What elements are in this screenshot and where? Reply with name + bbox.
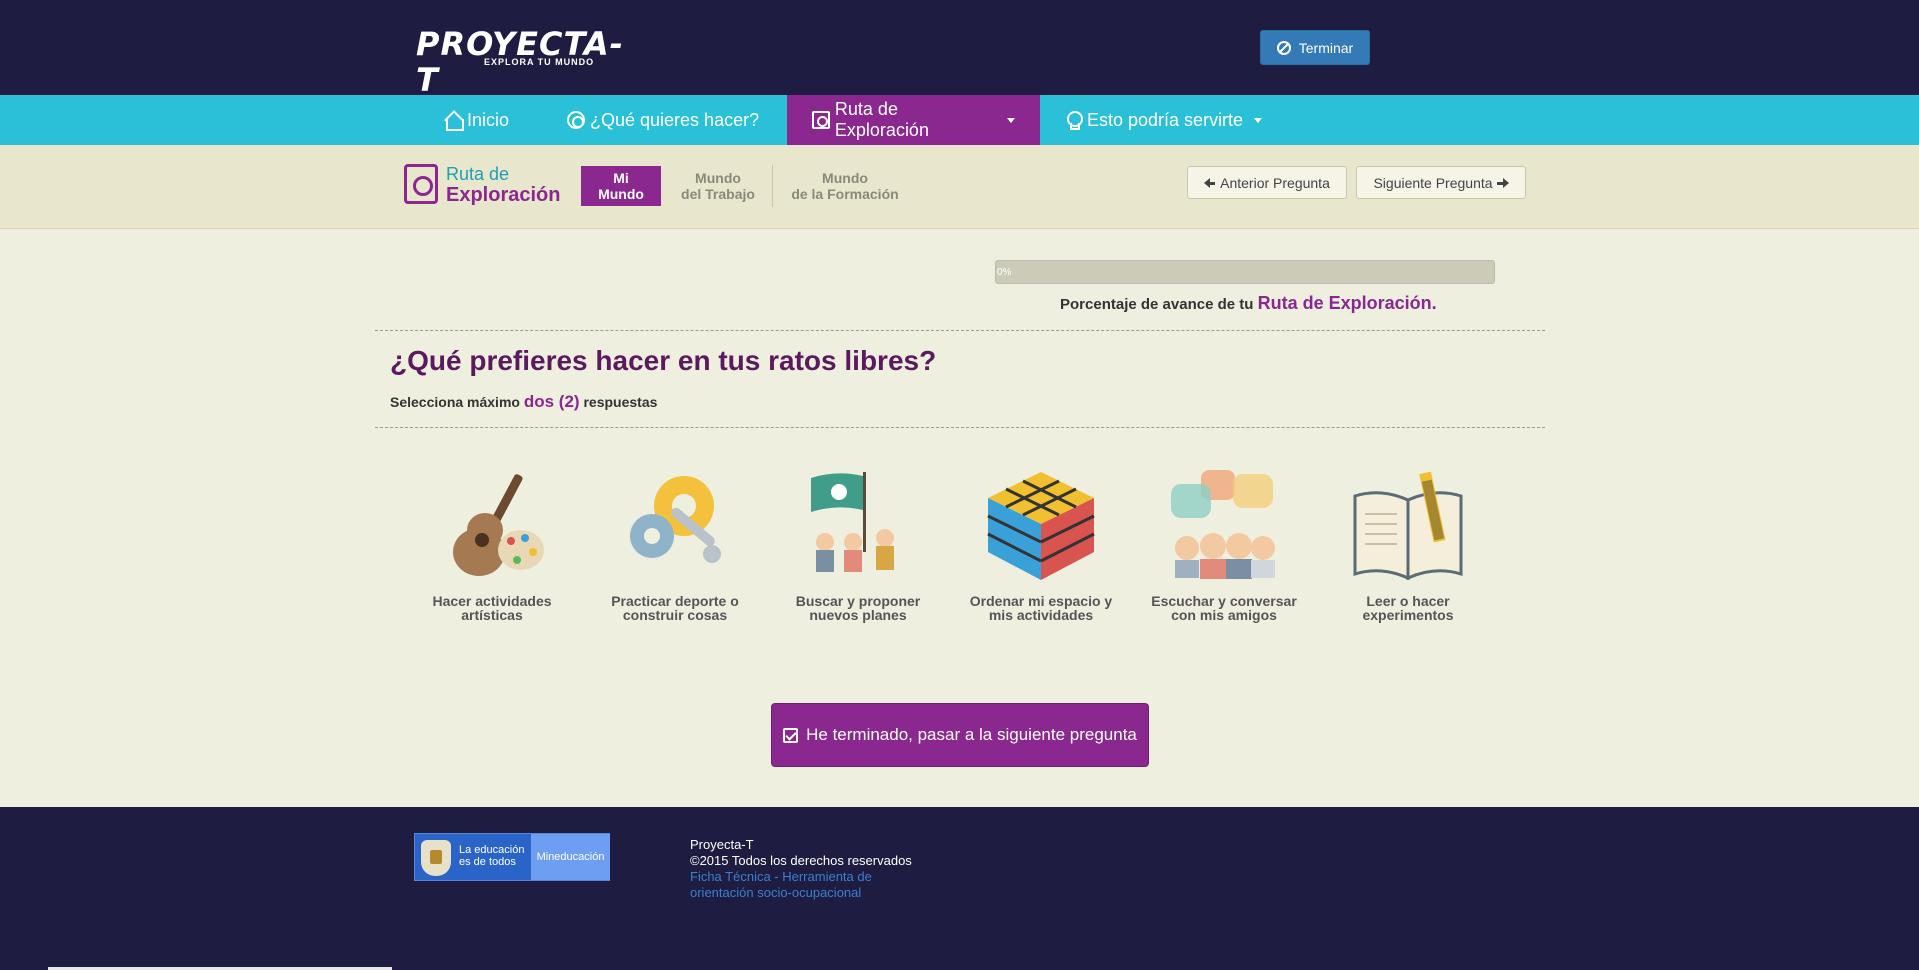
footer-info: Proyecta-T ©2015 Todos los derechos rese… [690,837,912,901]
arrow-left-icon [1204,177,1216,188]
chevron-down-icon [1254,117,1263,123]
lightbulb-icon [1064,111,1083,130]
divider [375,330,1545,331]
question-title: ¿Qué prefieres hacer en tus ratos libres… [390,345,937,376]
proyecta-t-logo[interactable]: PROYECTA-T EXPLORA TU MUNDO [416,26,640,98]
step-line2: Mundo [598,186,644,202]
step-line1: Mi [613,170,629,186]
option-organize[interactable]: Ordenar mi espacio y mis actividades [961,470,1121,622]
finish-next-question-button[interactable]: He terminado, pasar a la siguiente pregu… [771,703,1149,767]
ministry-name: Mineducación [531,834,610,880]
mineducacion-logo[interactable]: La educación es de todos Mineducación [414,833,610,881]
main-nav: Inicio ¿Qué quieres hacer? Ruta de Explo… [0,95,1919,145]
footer: La educación es de todos Mineducación Pr… [0,807,1919,970]
nav-item-label: Ruta de Exploración [834,99,929,140]
nav-item-inicio[interactable]: Inicio [444,95,509,145]
option-sports-build[interactable]: Practicar deporte o construir cosas [595,470,755,622]
previous-question-button[interactable]: Anterior Pregunta [1187,166,1347,199]
hint-highlight: dos (2) [523,392,580,411]
option-artistic-activities[interactable]: Hacer actividades artísticas [412,470,572,622]
search-doc-icon [812,111,830,129]
book-pencil-icon [1351,470,1466,582]
step-line2: de la Formación [791,186,899,202]
colombia-crest-icon [421,840,451,876]
chevron-down-icon [1007,117,1015,123]
nav-item-label: Inicio [467,109,510,130]
option-label: Leer o hacer experimentos [1362,593,1454,623]
check-square-icon [783,727,799,743]
route-title-line1: Ruta de [446,164,510,184]
option-label: Escuchar y conversar con mis amigos [1151,593,1297,623]
explorers-flag-icon [801,470,916,582]
hint-text: respuestas [583,394,658,410]
search-doc-icon [404,164,438,204]
step-line1: Mundo [695,170,741,186]
option-talk-friends[interactable]: Escuchar y conversar con mis amigos [1144,470,1304,622]
nav-item-esto-podria-servirte[interactable]: Esto podría servirte [1064,95,1263,145]
link-line2: orientación socio-ocupacional [690,885,862,900]
next-question-button[interactable]: Siguiente Pregunta [1356,166,1526,199]
step-line2: del Trabajo [681,186,755,202]
step-mundo-de-la-formacion[interactable]: Mundo de la Formación [782,166,908,206]
progress-bar: 0% [995,260,1495,284]
nav-item-label: Esto podría servirte [1087,109,1244,130]
next-question-label: Siguiente Pregunta [1373,174,1493,191]
ban-icon [1276,40,1291,55]
top-header: PROYECTA-T EXPLORA TU MUNDO Terminar [0,0,1919,98]
logo-tagline: EXPLORA TU MUNDO [484,57,595,67]
option-label: Practicar deporte o construir cosas [611,593,739,623]
progress-caption-highlight: Ruta de Exploración. [1257,293,1437,313]
target-icon [567,111,585,129]
rubik-cube-icon [984,470,1099,582]
terminate-button-label: Terminar [1298,39,1354,56]
friends-chat-icon [1167,470,1282,582]
progress-label: 0% [997,267,1012,278]
option-label: Buscar y proponer nuevos planes [795,593,921,623]
gears-wrench-icon [618,470,733,582]
hint-text: Selecciona máximo [390,394,520,410]
arrow-right-icon [1496,177,1509,188]
route-title-line2: Exploración [446,184,561,206]
terminate-button[interactable]: Terminar [1260,30,1370,65]
link-line1: Ficha Técnica - Herramienta de [690,869,872,884]
ministry-text: La educación es de todos [459,844,525,868]
ficha-tecnica-link[interactable]: Ficha Técnica - Herramienta de orientaci… [690,869,912,901]
divider [375,427,1545,428]
option-new-plans[interactable]: Buscar y proponer nuevos planes [778,470,938,622]
route-subheader: Ruta de Exploración Mi Mundo Mundo del Tra… [0,145,1919,229]
option-label: Ordenar mi espacio y mis actividades [969,593,1113,623]
previous-question-label: Anterior Pregunta [1220,174,1330,191]
route-logo: Ruta de Exploración [404,164,564,208]
home-icon [444,111,464,131]
nav-item-que-quieres-hacer[interactable]: ¿Qué quieres hacer? [567,95,759,145]
footer-copyright: ©2015 Todos los derechos reservados [690,853,912,868]
nav-item-label: ¿Qué quieres hacer? [590,109,760,130]
step-divider [772,165,773,207]
finish-button-label: He terminado, pasar a la siguiente pregu… [806,725,1137,744]
nav-item-ruta-de-exploracion[interactable]: Ruta de Exploración [787,95,1040,145]
option-label: Hacer actividades artísticas [432,593,552,623]
question-hint: Selecciona máximo dos (2) respuestas [390,392,657,412]
step-mi-mundo[interactable]: Mi Mundo [581,166,661,206]
footer-site-name: Proyecta-T [690,837,754,852]
option-read-experiment[interactable]: Leer o hacer experimentos [1328,470,1488,622]
step-line1: Mundo [822,170,868,186]
guitar-palette-icon [435,470,550,582]
step-mundo-del-trabajo[interactable]: Mundo del Trabajo [672,166,764,206]
progress-caption: Porcentaje de avance de tu Ruta de Explo… [1060,293,1437,314]
progress-caption-text: Porcentaje de avance de tu [1060,296,1254,313]
